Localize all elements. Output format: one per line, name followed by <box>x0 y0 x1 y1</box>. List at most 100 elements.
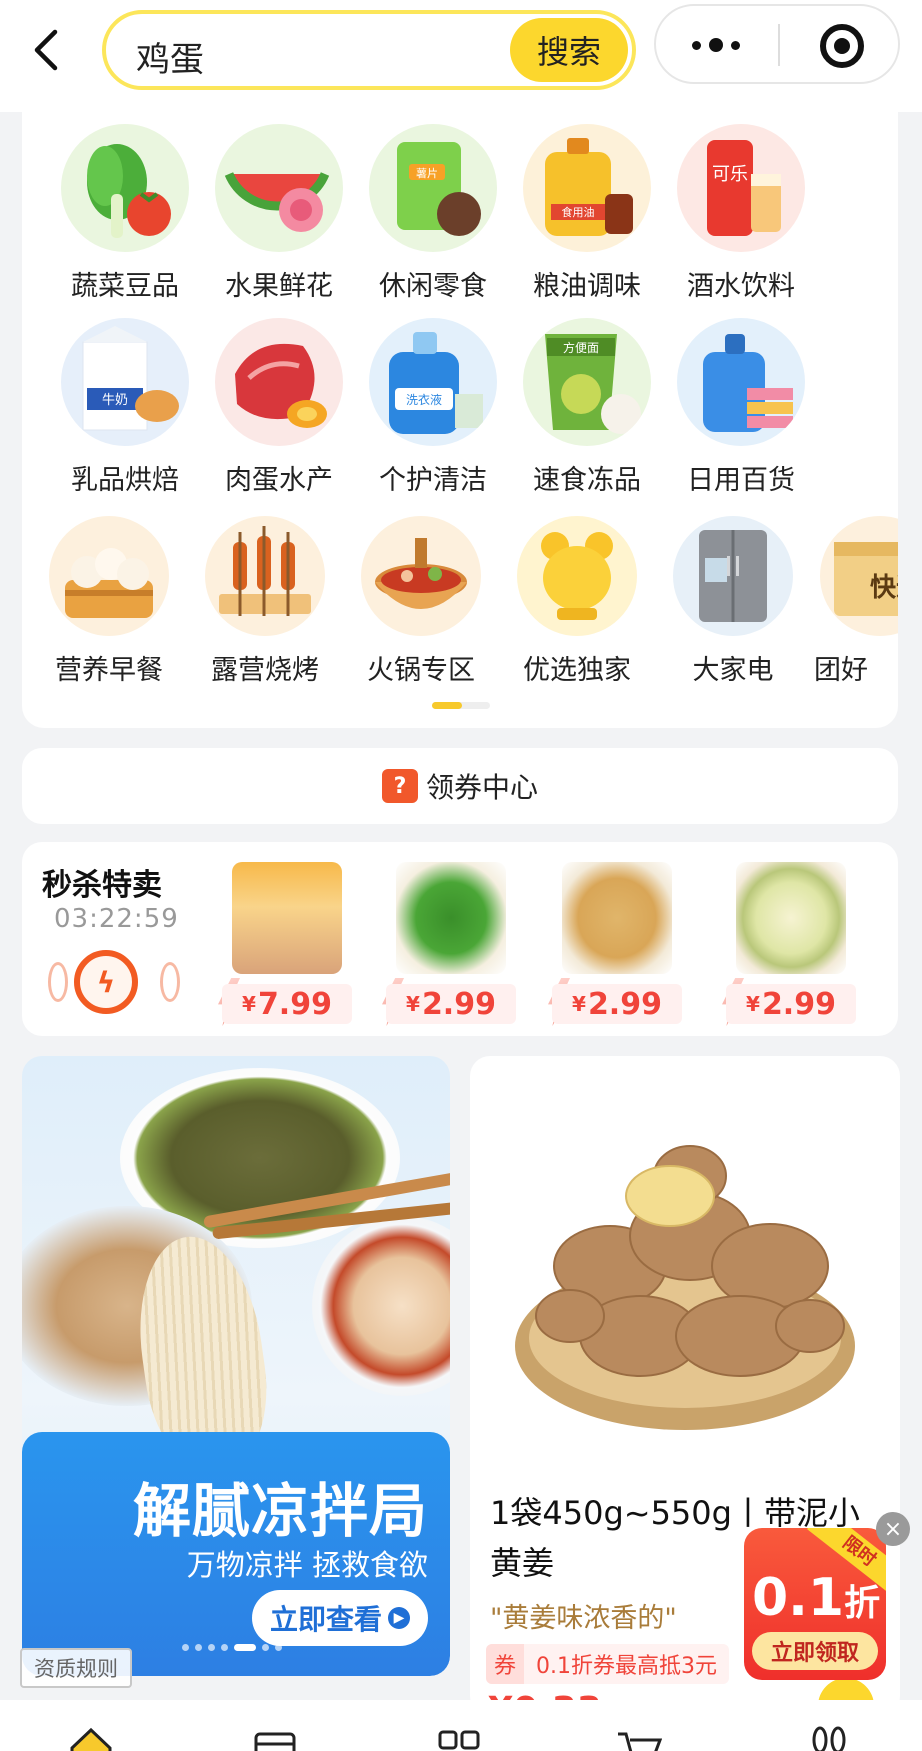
meat-icon <box>215 318 343 446</box>
banner-pager <box>182 1644 282 1651</box>
flash-item[interactable]: ¥2.99 <box>722 862 856 1026</box>
category-label: 肉蛋水产 <box>225 465 333 496</box>
flash-price: ¥7.99 <box>222 984 352 1024</box>
countdown-timer: 03:22:59 <box>54 904 179 934</box>
skewer-icon <box>205 516 325 636</box>
chips-icon-text: 薯片 <box>416 167 438 180</box>
category-fruits[interactable]: 水果鲜花 <box>204 124 354 303</box>
product-coupon-tag: 券 0.1折券最高抵3元 <box>486 1644 729 1684</box>
more-icon[interactable] <box>692 38 740 52</box>
express-icon-text: 快递 <box>870 572 898 603</box>
search-box[interactable]: 鸡蛋 搜索 <box>102 10 636 90</box>
category-dairy-bakery[interactable]: 牛奶 乳品烘焙 <box>50 318 200 497</box>
search-input[interactable]: 鸡蛋 <box>136 32 204 81</box>
instant-icon-text: 方便面 <box>563 340 599 355</box>
bottom-tab-bar <box>0 1700 922 1751</box>
express-box-icon: 快递 <box>820 516 898 636</box>
flash-sale-title: 秒杀特卖 <box>42 868 162 903</box>
profile-tab-icon[interactable] <box>806 1726 852 1751</box>
flash-price: ¥2.99 <box>386 984 516 1024</box>
category-hotpot[interactable]: 火锅专区 <box>346 516 496 687</box>
ginger-product-image <box>515 1145 855 1430</box>
category-label: 粮油调味 <box>533 271 641 302</box>
category-pager <box>432 702 490 709</box>
flash-item[interactable]: ¥2.99 <box>382 862 516 1026</box>
milk-icon-text: 牛奶 <box>102 393 128 408</box>
promo-banner[interactable]: 解腻凉拌局 万物凉拌 拯救食欲 立即查看 ▶ <box>22 1056 450 1676</box>
cabbage-image <box>736 862 846 974</box>
hotpot-icon <box>361 516 481 636</box>
chevron-left-icon <box>34 29 58 71</box>
category-group-buy[interactable]: 快递 团好 <box>800 516 898 687</box>
limited-discount-flag[interactable]: 限时 0.1折 立即领取 <box>744 1528 886 1680</box>
cola-can-icon: 可乐 <box>677 124 805 252</box>
banner-panel: 解腻凉拌局 万物凉拌 拯救食欲 立即查看 ▶ <box>22 1432 450 1676</box>
category-label: 大家电 <box>692 655 774 686</box>
watermelon-icon <box>215 124 343 252</box>
detergent-icon-text: 洗衣液 <box>406 392 442 407</box>
category-label: 火锅专区 <box>367 655 475 686</box>
oil-icon-text: 食用油 <box>562 205 595 219</box>
category-label: 蔬菜豆品 <box>71 271 179 302</box>
milk-carton-icon: 牛奶 <box>61 318 189 446</box>
banner-title: 解腻凉拌局 <box>132 1477 428 1545</box>
category-bbq[interactable]: 露营烧烤 <box>190 516 340 687</box>
category-daily-goods[interactable]: 日用百货 <box>666 318 816 497</box>
category-tab-icon[interactable] <box>436 1726 482 1751</box>
flash-item[interactable]: ¥2.99 <box>548 862 682 1026</box>
category-snacks[interactable]: 薯片 休闲零食 <box>358 124 508 303</box>
category-label: 水果鲜花 <box>225 271 333 302</box>
claim-now-button[interactable]: 立即领取 <box>752 1632 878 1670</box>
flash-item[interactable]: ¥7.99 <box>218 862 352 1026</box>
back-button[interactable] <box>24 22 68 78</box>
category-grid: 蔬菜豆品 水果鲜花 薯片 休闲零食 食用油 粮油调味 可乐 酒水饮料 牛奶 乳品… <box>22 112 898 728</box>
category-label: 休闲零食 <box>379 271 487 302</box>
alarm-wave-left <box>48 962 68 1002</box>
category-label: 速食冻品 <box>533 465 641 496</box>
cart-tab-icon[interactable] <box>616 1726 662 1751</box>
category-appliances[interactable]: 大家电 <box>658 516 808 687</box>
category-frozen[interactable]: 方便面 速食冻品 <box>512 318 662 497</box>
category-breakfast[interactable]: 营养早餐 <box>34 516 184 687</box>
close-miniprogram-icon[interactable] <box>820 24 864 68</box>
view-now-button[interactable]: 立即查看 ▶ <box>252 1590 428 1646</box>
sausage-pack-image <box>232 862 342 974</box>
qualification-rules-link[interactable]: 资质规则 <box>20 1648 132 1688</box>
potatoes-image <box>562 862 672 974</box>
miniprogram-capsule <box>654 4 900 84</box>
flash-price: ¥2.99 <box>552 984 682 1024</box>
category-label: 酒水饮料 <box>687 271 795 302</box>
category-label: 团好 <box>814 655 868 686</box>
vegetable-icon <box>61 124 189 252</box>
cooking-oil-icon: 食用油 <box>523 124 651 252</box>
coupon-center-label: 领券中心 <box>425 771 538 804</box>
coupon-gift-icon: ? <box>381 769 418 803</box>
category-vegetables[interactable]: 蔬菜豆品 <box>50 124 200 303</box>
banner-subtitle: 万物凉拌 拯救食欲 <box>186 1548 428 1582</box>
chips-icon: 薯片 <box>369 124 497 252</box>
category-grain-oil[interactable]: 食用油 粮油调味 <box>512 124 662 303</box>
fridge-icon <box>673 516 793 636</box>
instant-noodle-icon: 方便面 <box>523 318 651 446</box>
top-bar: 鸡蛋 搜索 <box>0 0 922 112</box>
close-flag-button[interactable]: × <box>876 1512 910 1546</box>
coupon-center-button[interactable]: ? 领券中心 <box>22 748 898 824</box>
home-tab-icon[interactable] <box>68 1726 114 1751</box>
category-personal-care[interactable]: 洗衣液 个护清洁 <box>358 318 508 497</box>
cola-icon-text: 可乐 <box>712 164 748 185</box>
alarm-wave-right <box>160 962 180 1002</box>
flash-sale-section[interactable]: 秒杀特卖 03:22:59 ϟ ¥7.99 ¥2.99 ¥2.99 ¥2.99 <box>22 842 898 1036</box>
search-button[interactable]: 搜索 <box>510 18 628 82</box>
product-review-quote: "黄姜味浓香的" <box>490 1603 677 1634</box>
discount-value: 0.1折 <box>752 1568 881 1628</box>
category-label: 优选独家 <box>523 655 631 686</box>
alarm-clock-icon: ϟ <box>74 950 138 1014</box>
chevron-right-icon: ▶ <box>388 1607 410 1629</box>
category-label: 营养早餐 <box>55 655 163 686</box>
category-drinks[interactable]: 可乐 酒水饮料 <box>666 124 816 303</box>
category-exclusive[interactable]: 优选独家 <box>502 516 652 687</box>
flash-price: ¥2.99 <box>726 984 856 1024</box>
category-meat-eggs[interactable]: 肉蛋水产 <box>204 318 354 497</box>
household-icon <box>677 318 805 446</box>
store-tab-icon[interactable] <box>252 1726 298 1751</box>
